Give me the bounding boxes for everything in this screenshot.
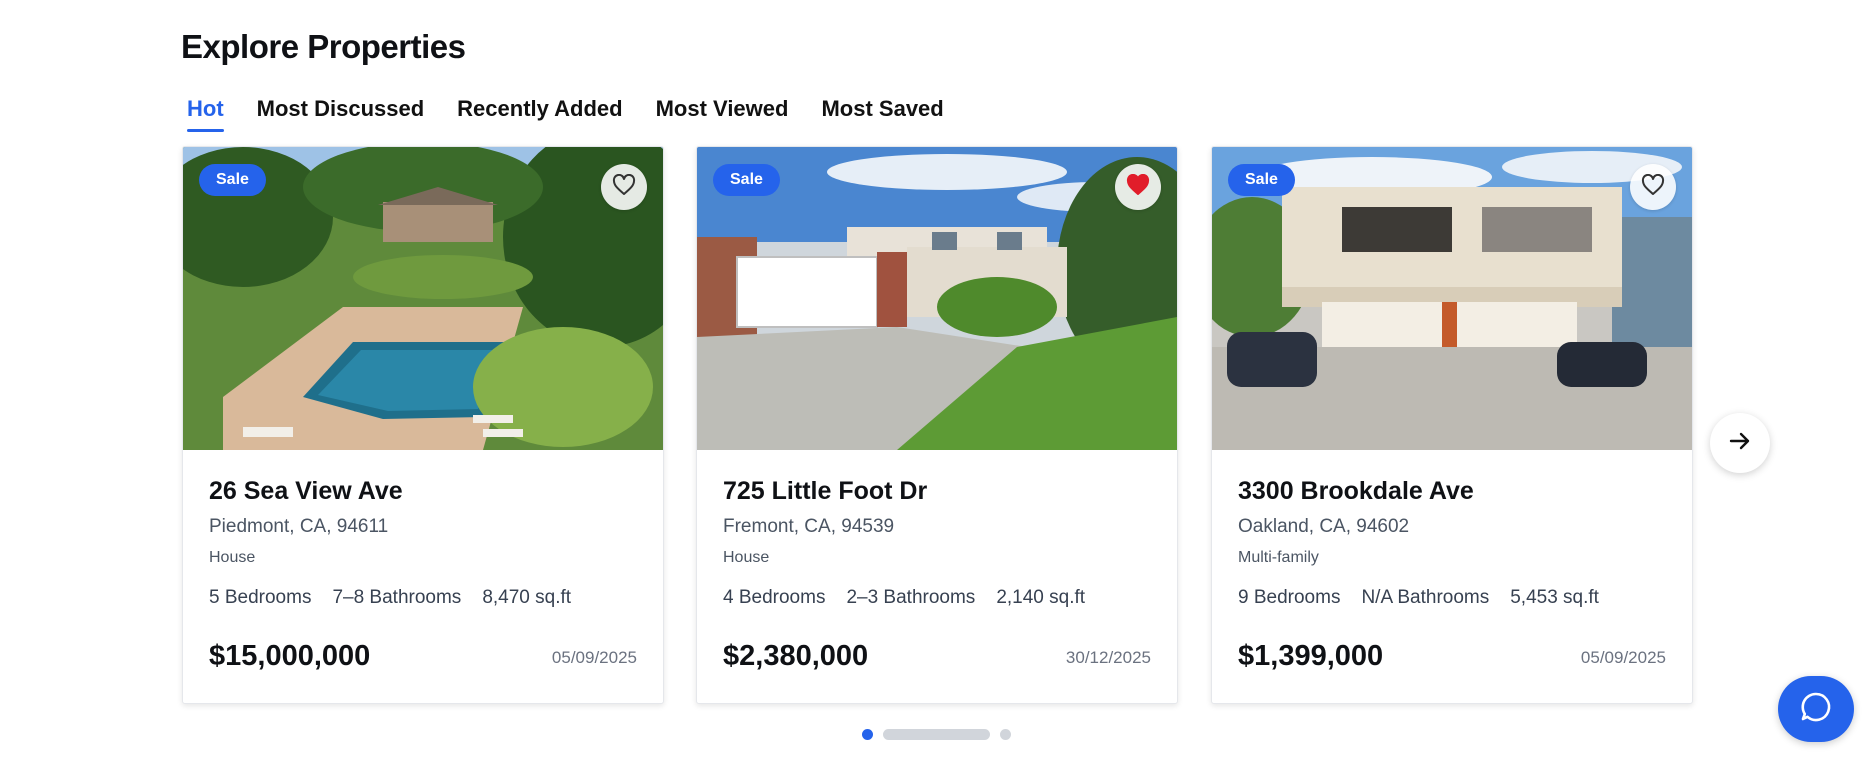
property-type: House [723,549,770,566]
property-info: 725 Little Foot Dr Fremont, CA, 94539 Ho… [723,477,1151,609]
property-card[interactable]: Sale 26 Sea View Ave Piedmont, CA, 94611… [182,146,664,704]
bedrooms-count: 5 Bedrooms [209,587,312,608]
bathrooms-count: 2–3 Bathrooms [846,587,976,608]
property-card[interactable]: Sale 725 Little Foot Dr Fremont, CA, 945… [696,146,1178,704]
property-stats: 5 Bedrooms 7–8 Bathrooms 8,470 sq.ft [209,587,637,609]
tab-most-saved[interactable]: Most Saved [821,96,943,132]
property-city: Fremont, CA, 94539 [723,516,895,537]
property-stats: 4 Bedrooms 2–3 Bathrooms 2,140 sq.ft [723,587,1151,609]
carousel-dot-3[interactable] [1000,729,1011,740]
favorite-button[interactable] [1115,164,1161,210]
property-price: $2,380,000 [723,640,869,672]
listing-date: 05/09/2025 [551,648,637,667]
heart-outline-icon [1641,173,1665,201]
tab-hot[interactable]: Hot [187,96,224,132]
property-address[interactable]: 26 Sea View Ave [209,477,637,506]
property-address[interactable]: 725 Little Foot Dr [723,477,1151,506]
bedrooms-count: 4 Bedrooms [723,587,826,608]
favorite-button[interactable] [601,164,647,210]
property-price: $15,000,000 [209,640,371,672]
bathrooms-count: 7–8 Bathrooms [332,587,462,608]
property-info: 3300 Brookdale Ave Oakland, CA, 94602 Mu… [1238,477,1666,609]
area-size: 5,453 sq.ft [1510,587,1599,608]
listing-date: 30/12/2025 [1065,648,1151,667]
property-address[interactable]: 3300 Brookdale Ave [1238,477,1666,506]
chat-bubble-icon [1799,690,1833,729]
tab-recently-added[interactable]: Recently Added [457,96,622,132]
bedrooms-count: 9 Bedrooms [1238,587,1341,608]
property-city: Piedmont, CA, 94611 [209,516,389,537]
listing-date: 05/09/2025 [1580,648,1666,667]
page-title: Explore Properties [181,28,466,65]
property-info: 26 Sea View Ave Piedmont, CA, 94611 Hous… [209,477,637,609]
heart-outline-icon [612,173,636,201]
arrow-right-icon [1729,431,1751,456]
bathrooms-count: N/A Bathrooms [1361,587,1490,608]
property-city: Oakland, CA, 94602 [1238,516,1410,537]
sale-badge: Sale [713,164,780,196]
carousel-pagination [862,729,1011,740]
chat-widget-button[interactable] [1778,676,1854,742]
heart-filled-icon [1126,173,1150,201]
favorite-button[interactable] [1630,164,1676,210]
carousel-next-button[interactable] [1710,413,1770,473]
sale-badge: Sale [1228,164,1295,196]
property-price: $1,399,000 [1238,640,1384,672]
tab-most-viewed[interactable]: Most Viewed [656,96,789,132]
property-type: Multi-family [1238,549,1319,566]
property-card[interactable]: Sale 3300 Brookdale Ave Oakland, CA, 946… [1211,146,1693,704]
property-type: House [209,549,256,566]
tab-bar: Hot Most Discussed Recently Added Most V… [187,96,944,132]
carousel-dot-1[interactable] [862,729,873,740]
property-stats: 9 Bedrooms N/A Bathrooms 5,453 sq.ft [1238,587,1666,609]
area-size: 8,470 sq.ft [482,587,572,608]
tab-most-discussed[interactable]: Most Discussed [257,96,425,132]
carousel-dot-2[interactable] [883,729,990,740]
area-size: 2,140 sq.ft [996,587,1086,608]
sale-badge: Sale [199,164,266,196]
